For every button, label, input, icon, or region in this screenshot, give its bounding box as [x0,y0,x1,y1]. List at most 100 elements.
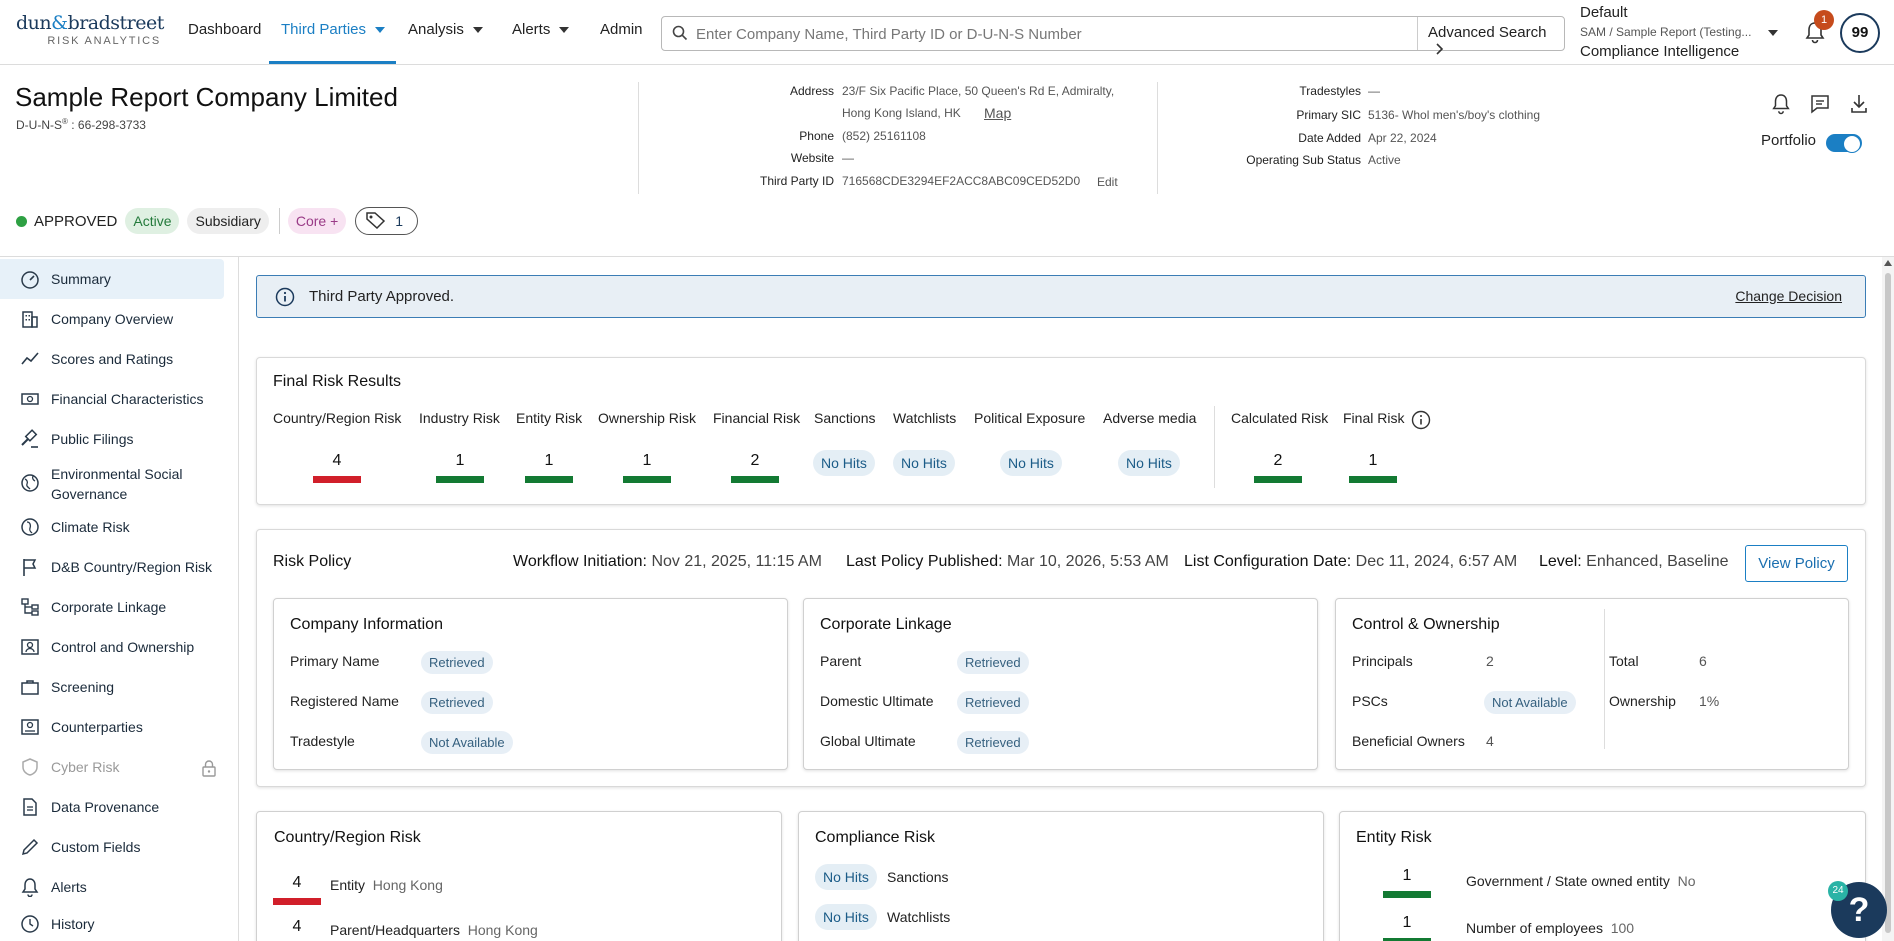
state-owned-label: Government / State owned entity [1466,873,1670,889]
comment-icon[interactable] [1809,93,1831,118]
map-link[interactable]: Map [984,105,1011,121]
search-input[interactable] [696,23,1386,45]
sidebar-item-esg[interactable]: Environmental Social Governance [0,459,224,507]
sidebar-item-history[interactable]: History [0,907,224,941]
duns-value: : 66-298-3733 [67,118,146,132]
pscs-label: PSCs [1352,693,1388,709]
compliance-risk-card: Compliance Risk No Hits Sanctions No Hit… [798,811,1324,941]
advanced-search-button[interactable]: Advanced Search [1417,17,1564,55]
industry-risk-header: Industry Risk [419,410,500,426]
sidebar-item-company-overview[interactable]: Company Overview [0,299,224,339]
sidebar-item-label: Summary [51,270,111,287]
user-avatar[interactable]: 99 [1840,13,1880,53]
policy-level-label: Level: [1539,553,1582,570]
product-name: Compliance Intelligence [1580,43,1740,60]
state-owned-row: Government / State owned entity No [1466,873,1696,889]
watchlists-result[interactable]: No Hits [893,450,955,476]
top-navigation: dun&bradstreet RISK ANALYTICS Dashboard … [0,0,1894,65]
list-configuration-date-label: List Configuration Date: [1184,553,1352,570]
tags-button[interactable]: 1 [355,207,419,235]
calculated-risk-score: 2 [1273,452,1283,469]
subsidiary-badge: Subsidiary [187,208,269,234]
final-risk-score: 1 [1368,452,1378,469]
gauge-icon [20,269,40,289]
primary-name-status: Retrieved [421,651,493,674]
adverse-media-result[interactable]: No Hits [1118,450,1180,476]
decision-banner: Third Party Approved. Change Decision [256,275,1866,318]
nav-third-parties-label: Third Parties [281,21,367,38]
total-value: 6 [1699,653,1707,669]
change-decision-link[interactable]: Change Decision [1735,288,1842,304]
sanctions-result[interactable]: No Hits [813,450,875,476]
entity-risk-title: Entity Risk [1356,829,1432,846]
nav-third-parties[interactable]: Third Parties [281,21,386,38]
sidebar-item-country-region-risk[interactable]: D&B Country/Region Risk [0,547,224,587]
final-risk-results-card [256,357,1866,505]
scroll-up-arrow-icon[interactable] [1884,260,1892,266]
sidebar-item-custom-fields[interactable]: Custom Fields [0,827,224,867]
portfolio-toggle[interactable] [1826,134,1862,153]
nav-alerts-label: Alerts [512,21,551,38]
compliance-watchlists-result[interactable]: No Hits [815,904,877,930]
sidebar-item-financial-characteristics[interactable]: Financial Characteristics [0,379,224,419]
sidebar-item-label: Alerts [51,878,87,895]
account-context-switcher[interactable]: Default SAM / Sample Report (Testing... … [1580,4,1780,60]
company-search[interactable]: Advanced Search [661,16,1565,55]
sidebar-item-corporate-linkage[interactable]: Corporate Linkage [0,587,224,627]
logo-text-bradstreet: bradstreet [67,12,165,34]
domestic-ultimate-label: Domestic Ultimate [820,693,934,709]
operating-status-label: Operating Sub Status [1246,153,1361,167]
address-line-1: 23/F Six Pacific Place, 50 Queen's Rd E,… [842,84,1115,98]
dnb-logo[interactable]: dun&bradstreet RISK ANALYTICS [16,12,165,47]
tradestyles-label: Tradestyles [1299,84,1361,98]
core-plus-badge[interactable]: Core + [287,208,347,234]
pscs-status: Not Available [1484,691,1576,714]
nav-analysis[interactable]: Analysis [408,21,483,38]
bell-icon[interactable] [1771,93,1791,118]
operating-status-value: Active [1368,153,1401,167]
sidebar-item-climate-risk[interactable]: Climate Risk [0,507,224,547]
sidebar-item-summary[interactable]: Summary [0,259,224,299]
sidebar-item-label: Data Provenance [51,798,160,815]
info-icon[interactable] [1411,410,1431,433]
parent-status: Retrieved [957,651,1029,674]
sidebar-item-alerts[interactable]: Alerts [0,867,224,907]
compliance-sanctions-result[interactable]: No Hits [815,864,877,890]
nav-dashboard[interactable]: Dashboard [188,21,261,38]
sidebar-item-scores-and-ratings[interactable]: Scores and Ratings [0,339,224,379]
chevron-down-icon[interactable] [1768,30,1778,36]
last-policy-published: Last Policy Published: Mar 10, 2026, 5:5… [846,553,1169,571]
parent-country-score: 4 [292,918,302,935]
list-configuration-date-value: Dec 11, 2024, 6:57 AM [1355,553,1518,570]
country-region-risk-card: Country/Region Risk 4 Entity Hong Kong 4… [256,811,782,941]
sidebar-item-public-filings[interactable]: Public Filings [0,419,224,459]
gavel-icon [20,429,40,449]
sidebar-item-label: Company Overview [51,310,174,327]
political-exposure-result[interactable]: No Hits [1000,450,1062,476]
state-owned-value: No [1677,873,1696,889]
sidebar-item-data-provenance[interactable]: Data Provenance [0,787,224,827]
scrollbar-thumb[interactable] [1885,273,1891,933]
edit-third-party-id-link[interactable]: Edit [1097,175,1118,189]
person-id-icon [20,637,40,657]
chevron-down-icon [559,27,570,34]
sidebar-item-counterparties[interactable]: Counterparties [0,707,224,747]
sidebar-item-label: Climate Risk [51,518,130,535]
notification-count-badge: 1 [1814,10,1834,30]
financial-risk-header: Financial Risk [713,410,801,426]
political-exposure-header: Political Exposure [974,410,1086,426]
nav-admin[interactable]: Admin [600,21,643,38]
company-information-card: Company Information Primary Name Retriev… [273,598,788,770]
view-policy-button[interactable]: View Policy [1745,545,1848,582]
sidebar-item-screening[interactable]: Screening [0,667,224,707]
nav-alerts[interactable]: Alerts [512,21,570,38]
workflow-initiation-label: Workflow Initiation: [513,553,647,570]
state-owned-bar [1383,891,1431,898]
entity-risk-card: Entity Risk 1 Government / State owned e… [1339,811,1866,941]
decision-status: APPROVED [34,212,118,230]
duns-label: D-U-N-S [16,118,62,132]
employees-row: Number of employees 100 [1466,920,1634,936]
domestic-ultimate-status: Retrieved [957,691,1029,714]
download-icon[interactable] [1849,93,1869,118]
sidebar-item-control-and-ownership[interactable]: Control and Ownership [0,627,224,667]
